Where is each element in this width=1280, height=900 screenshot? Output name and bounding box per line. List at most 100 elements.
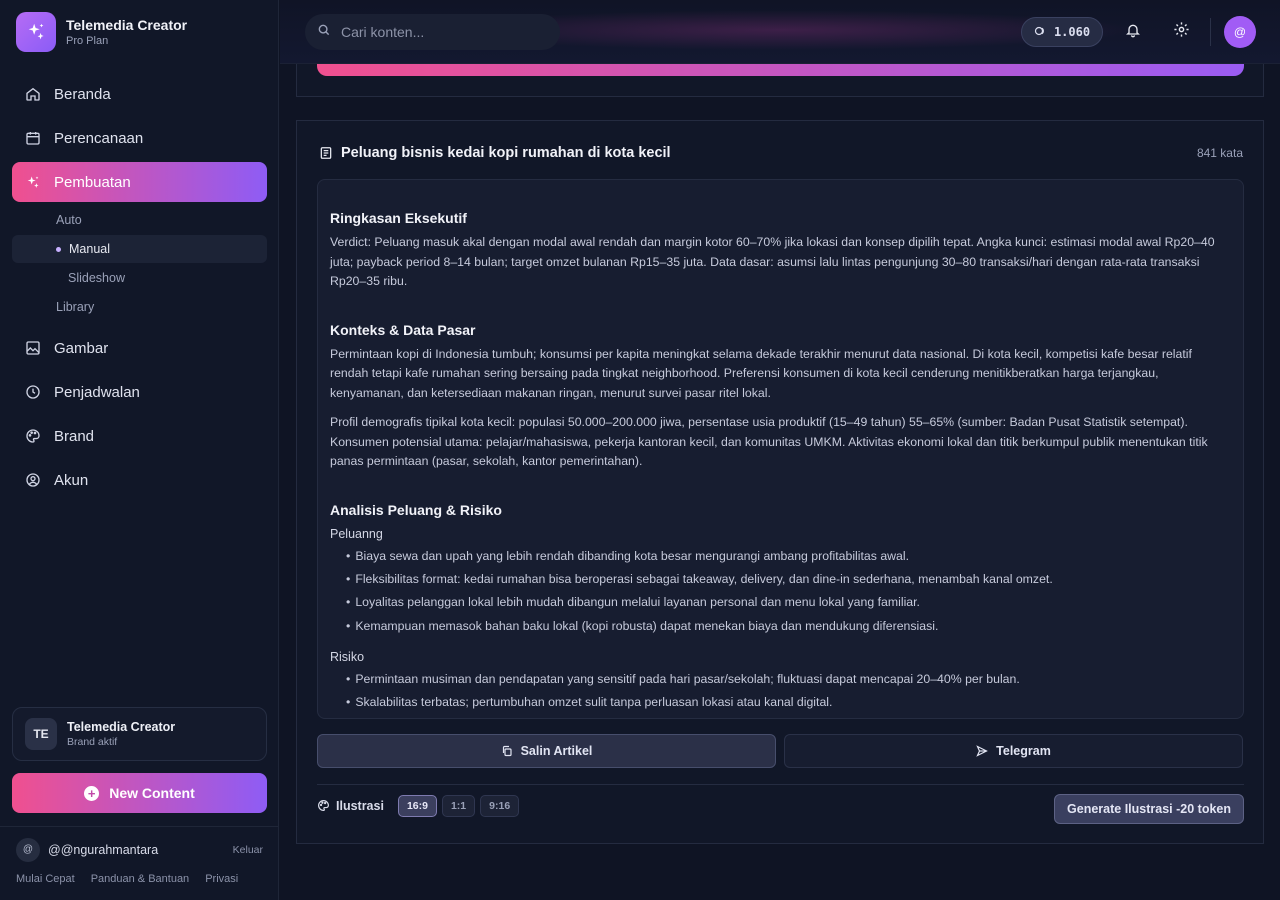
plus-icon: +: [84, 785, 100, 801]
article-card: Peluang bisnis kedai kopi rumahan di kot…: [296, 120, 1264, 844]
sidebar: Telemedia Creator Pro Plan Beranda Peren…: [0, 0, 279, 900]
search-icon: [317, 23, 331, 42]
user-row: @ @@ngurahmantara Keluar: [0, 826, 279, 872]
telegram-button[interactable]: Telegram: [784, 734, 1243, 768]
section-heading: Ringkasan Eksekutif: [330, 210, 467, 226]
gear-icon: [1173, 21, 1190, 43]
bell-icon: [1125, 22, 1141, 43]
copy-icon: [501, 745, 513, 757]
opportunities-label: Peluanng: [330, 526, 383, 541]
nav-item-perencanaan[interactable]: Perencanaan: [12, 118, 267, 158]
nav-label: Beranda: [54, 85, 111, 103]
user-avatar[interactable]: @: [16, 837, 40, 862]
list-item: Biaya sewa dan upah yang lebih rendah di…: [346, 547, 1231, 566]
section-paragraph: Permintaan kopi di Indonesia tumbuh; kon…: [330, 346, 1192, 400]
gradient-action-bar[interactable]: [317, 64, 1244, 76]
opportunities-list: Biaya sewa dan upah yang lebih rendah di…: [346, 547, 1231, 636]
generate-illustration-button[interactable]: Generate Ilustrasi -20 token: [1054, 794, 1244, 824]
word-count: 841 kata: [1196, 146, 1243, 160]
nav-item-gambar[interactable]: Gambar: [12, 328, 267, 368]
nav-item-beranda[interactable]: Beranda: [12, 74, 267, 114]
nav-label: Penjadwalan: [54, 383, 140, 401]
nav-item-brand[interactable]: Brand: [12, 416, 267, 456]
profile-avatar[interactable]: @: [1224, 16, 1256, 48]
section-heading: Analisis Peluang & Risiko: [330, 501, 502, 518]
send-icon: [976, 745, 989, 757]
previous-card: [296, 64, 1264, 97]
active-brand-card[interactable]: TE Telemedia Creator Brand aktif: [12, 707, 267, 761]
user-handle: @@ngurahmantara: [48, 842, 159, 857]
illustration-row: Ilustrasi 16:9 1:1 9:16 Generate Ilustra…: [317, 784, 1244, 826]
topbar-divider: [1210, 18, 1211, 46]
list-item: Kemampuan memasok bahan baku lokal (kopi…: [346, 617, 1231, 636]
copy-article-button[interactable]: Salin Artikel: [317, 734, 776, 768]
aspect-ratio-options: 16:9 1:1 9:16: [397, 794, 524, 817]
brand-avatar: TE: [25, 718, 57, 750]
risks-label: Risiko: [330, 649, 365, 664]
list-item: Fleksibilitas format: kedai rumahan bisa…: [346, 570, 1231, 589]
brand-status: Brand aktif: [67, 736, 118, 748]
new-content-label: New Content: [109, 785, 195, 801]
search-box[interactable]: [305, 14, 560, 50]
sub-item-slideshow[interactable]: Slideshow: [12, 264, 267, 292]
footer-link-quickstart[interactable]: Mulai Cepat: [16, 873, 75, 885]
nav-item-penjadwalan[interactable]: Penjadwalan: [12, 372, 267, 412]
article-title: Peluang bisnis kedai kopi rumahan di kot…: [341, 145, 671, 161]
article-body[interactable]: Ringkasan Eksekutif Verdict: Peluang mas…: [317, 179, 1244, 719]
settings-button[interactable]: [1169, 20, 1193, 44]
pembuatan-submenu: Auto Manual Slideshow Library: [12, 206, 267, 321]
sub-item-auto[interactable]: Auto: [12, 206, 267, 234]
ratio-16-9[interactable]: 16:9: [397, 794, 437, 817]
palette-icon: [25, 428, 41, 444]
app-name: Telemedia Creator: [66, 17, 188, 33]
nav-label: Akun: [54, 471, 89, 489]
image-icon: [25, 340, 41, 356]
list-item: Skalabilitas terbatas; pertumbuhan omzet…: [346, 693, 1231, 712]
nav-label: Gambar: [54, 339, 109, 357]
article-header: Peluang bisnis kedai kopi rumahan di kot…: [319, 145, 671, 161]
user-circle-icon: [25, 472, 41, 488]
search-input[interactable]: [341, 24, 541, 40]
section-paragraph: Profil demografis tipikal kota kecil: po…: [330, 415, 1208, 468]
section-paragraph: Verdict: Peluang masuk akal dengan modal…: [330, 235, 1215, 288]
nav-item-akun[interactable]: Akun: [12, 460, 267, 500]
footer-link-help[interactable]: Panduan & Bantuan: [91, 873, 189, 885]
article-actions: Salin Artikel Telegram: [317, 734, 1244, 768]
topbar: 1.060 @: [280, 0, 1280, 64]
palette-icon: [317, 799, 330, 812]
ratio-1-1[interactable]: 1:1: [441, 794, 476, 817]
nav-label: Brand: [54, 427, 95, 445]
app-plan: Pro Plan: [66, 35, 109, 47]
sub-item-manual[interactable]: Manual: [12, 235, 267, 263]
copy-article-label: Salin Artikel: [520, 744, 593, 758]
sparkles-icon: [25, 174, 41, 190]
footer-links: Mulai Cepat Panduan & Bantuan Privasi: [16, 873, 254, 885]
nav-label: Pembuatan: [54, 173, 131, 191]
home-icon: [25, 86, 41, 102]
ratio-9-16[interactable]: 9:16: [480, 794, 520, 817]
telegram-label: Telegram: [996, 744, 1051, 758]
document-icon: [319, 146, 333, 160]
token-balance[interactable]: 1.060: [1021, 17, 1103, 47]
new-content-button[interactable]: + New Content: [12, 773, 267, 813]
token-count: 1.060: [1053, 25, 1091, 39]
clock-icon: [25, 384, 41, 400]
main-nav: Beranda Perencanaan Pembuatan Auto Manua…: [12, 74, 267, 504]
nav-item-pembuatan[interactable]: Pembuatan: [12, 162, 267, 202]
coins-icon: [1034, 25, 1048, 40]
logout-link[interactable]: Keluar: [233, 844, 263, 856]
sparkles-logo-icon: [16, 12, 56, 52]
calendar-icon: [25, 130, 41, 146]
notifications-button[interactable]: [1121, 20, 1145, 44]
illustration-label: Ilustrasi: [317, 799, 384, 813]
illustration-label-text: Ilustrasi: [336, 798, 384, 813]
section-heading: Konteks & Data Pasar: [330, 321, 476, 338]
sub-item-library[interactable]: Library: [12, 293, 267, 321]
app-brand[interactable]: Telemedia Creator Pro Plan: [16, 12, 187, 52]
nav-label: Perencanaan: [54, 129, 144, 147]
list-item: Permintaan musiman dan pendapatan yang s…: [346, 670, 1231, 689]
brand-name: Telemedia Creator: [67, 720, 176, 734]
footer-link-privacy[interactable]: Privasi: [205, 873, 238, 885]
risks-list: Permintaan musiman dan pendapatan yang s…: [346, 670, 1231, 712]
list-item: Loyalitas pelanggan lokal lebih mudah di…: [346, 593, 1231, 612]
